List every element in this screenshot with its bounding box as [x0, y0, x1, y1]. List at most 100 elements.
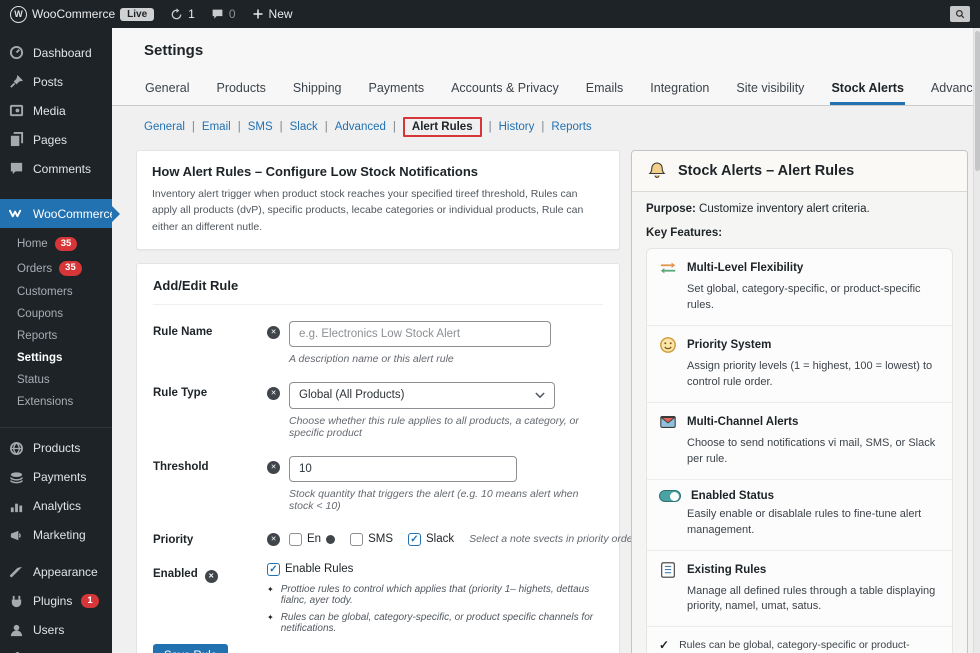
chevron-down-icon — [535, 392, 545, 399]
subnav-slack[interactable]: Slack — [290, 121, 318, 133]
submenu-item-home[interactable]: Home 35 — [0, 232, 112, 256]
sidebar-item-payments[interactable]: Payments — [0, 463, 112, 492]
feature-title: Existing Rules — [687, 564, 766, 576]
bullet-icon: ✦ — [267, 612, 274, 634]
sidebar-item-marketing[interactable]: Marketing — [0, 521, 112, 550]
sidebar-item-pages[interactable]: Pages — [0, 125, 112, 154]
enable-rules-option[interactable]: Enable Rules — [267, 563, 603, 576]
enable-rules-label: Enable Rules — [285, 563, 353, 575]
feature-title: Multi-Channel Alerts — [687, 416, 798, 428]
submenu-item-reports[interactable]: Reports — [0, 325, 112, 347]
dashboard-icon — [9, 45, 24, 60]
threshold-row: Threshold ✕ Stock quantity that triggers… — [153, 456, 603, 512]
sidebar-item-media[interactable]: Media — [0, 96, 112, 125]
submenu-item-extensions[interactable]: Extensions — [0, 391, 112, 413]
subnav-general[interactable]: General — [144, 121, 185, 133]
sidebar-item-tools[interactable]: Tools — [0, 645, 112, 653]
subnav-reports[interactable]: Reports — [551, 121, 591, 133]
sidebar-item-label: Analytics — [33, 499, 81, 513]
submenu-item-coupons[interactable]: Coupons — [0, 303, 112, 325]
sidebar-item-label: Users — [33, 623, 64, 637]
sidebar-item-users[interactable]: Users — [0, 616, 112, 645]
subnav-advanced[interactable]: Advanced — [335, 121, 386, 133]
submenu-label: Home — [17, 238, 48, 250]
subnav-separator: | — [280, 121, 283, 133]
updates-button[interactable]: 1 — [170, 7, 195, 21]
sms-channel-checkbox[interactable] — [350, 533, 363, 546]
admin-bar-search-button[interactable] — [950, 6, 970, 22]
submenu-item-status[interactable]: Status — [0, 369, 112, 391]
enable-rules-checkbox[interactable] — [267, 563, 280, 576]
tab-accounts-privacy[interactable]: Accounts & Privacy — [450, 75, 560, 105]
scrollbar-thumb[interactable] — [975, 31, 980, 171]
slack-channel-option[interactable]: Slack — [408, 533, 454, 546]
tab-stock-alerts[interactable]: Stock Alerts — [830, 75, 904, 105]
tab-payments[interactable]: Payments — [367, 75, 425, 105]
save-rule-button[interactable]: Save Rule — [153, 644, 228, 653]
smiley-icon — [659, 336, 677, 354]
threshold-input[interactable] — [289, 456, 517, 482]
envelope-icon — [659, 413, 677, 431]
tab-general[interactable]: General — [144, 75, 190, 105]
sidebar-item-woocommerce[interactable]: WooCommerce — [0, 199, 112, 228]
enabled-note-1: ✦Prottioe rules to control which applies… — [267, 584, 603, 606]
subnav-separator: | — [238, 121, 241, 133]
new-content-button[interactable]: New — [252, 7, 293, 21]
sidebar-item-label: Posts — [33, 75, 63, 89]
subnav-history[interactable]: History — [499, 121, 535, 133]
media-icon — [9, 103, 24, 118]
tab-products[interactable]: Products — [215, 75, 266, 105]
sidebar-item-label: Plugins — [33, 594, 72, 608]
comments-button[interactable]: 0 — [211, 7, 236, 21]
subnav-sms[interactable]: SMS — [248, 121, 273, 133]
subnav-alert-rules[interactable]: Alert Rules — [403, 117, 482, 137]
threshold-label: Threshold — [153, 456, 267, 512]
priority-note: Select a note svects in priority order. — [469, 533, 638, 545]
rule-name-input[interactable] — [289, 321, 551, 347]
slack-channel-label: Slack — [426, 533, 454, 545]
orders-count-badge: 35 — [59, 261, 82, 275]
subnav-email[interactable]: Email — [202, 121, 231, 133]
admin-bar: W WooCommerce Live 1 0 New — [0, 0, 980, 28]
wordpress-menu[interactable]: W WooCommerce Live — [10, 6, 154, 23]
subnav-separator: | — [541, 121, 544, 133]
sidebar-item-comments[interactable]: Comments — [0, 154, 112, 183]
submenu-item-customers[interactable]: Customers — [0, 281, 112, 303]
submenu-label: Settings — [17, 352, 62, 364]
enabled-row: Enabled ✕ Enable Rules — [153, 563, 603, 634]
submenu-label: Status — [17, 374, 50, 386]
threshold-helper: Stock quantity that triggers the alert (… — [289, 488, 603, 512]
sidebar-item-plugins[interactable]: Plugins 1 — [0, 587, 112, 616]
comment-icon — [9, 161, 24, 176]
email-channel-checkbox[interactable] — [289, 533, 302, 546]
sidebar-item-posts[interactable]: Posts — [0, 67, 112, 96]
email-channel-option[interactable]: En — [289, 533, 335, 546]
help-icon[interactable]: ✕ — [205, 570, 218, 583]
sidebar-item-products[interactable]: Products — [0, 434, 112, 463]
sidebar-item-dashboard[interactable]: Dashboard — [0, 38, 112, 67]
help-icon[interactable]: ✕ — [267, 533, 280, 546]
coins-icon — [9, 470, 24, 485]
sms-channel-option[interactable]: SMS — [350, 533, 393, 546]
wordpress-logo-icon: W — [10, 6, 27, 23]
info-card-title: How Alert Rules – Configure Low Stock No… — [152, 164, 604, 179]
submenu-item-orders[interactable]: Orders 35 — [0, 256, 112, 280]
tab-emails[interactable]: Emails — [585, 75, 625, 105]
feature-enabled-status: Enabled Status Easily enable or disablal… — [647, 479, 952, 550]
help-icon[interactable]: ✕ — [267, 461, 280, 474]
sidebar-item-label: Marketing — [33, 528, 86, 542]
tab-shipping[interactable]: Shipping — [292, 75, 343, 105]
rule-type-select[interactable]: Global (All Products) — [289, 382, 555, 409]
submenu-item-settings[interactable]: Settings — [0, 347, 112, 369]
help-icon[interactable]: ✕ — [267, 326, 280, 339]
tab-site-visibility[interactable]: Site visibility — [735, 75, 805, 105]
sidebar-item-analytics[interactable]: Analytics — [0, 492, 112, 521]
help-icon[interactable]: ✕ — [267, 387, 280, 400]
purpose-line: Purpose: Customize inventory alert crite… — [646, 203, 953, 215]
user-icon — [9, 623, 24, 638]
tab-integration[interactable]: Integration — [649, 75, 710, 105]
vertical-scrollbar[interactable] — [973, 28, 980, 653]
slack-channel-checkbox[interactable] — [408, 533, 421, 546]
live-badge: Live — [120, 8, 154, 21]
sidebar-item-appearance[interactable]: Appearance — [0, 558, 112, 587]
